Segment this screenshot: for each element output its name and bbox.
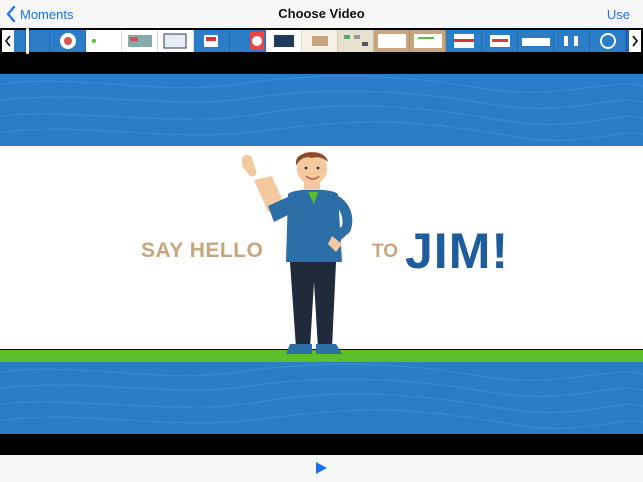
filmstrip-thumbnail [50, 30, 86, 52]
filmstrip-thumbnail [14, 30, 50, 52]
video-preview[interactable]: SAY HELLO TO JIM! [0, 54, 643, 455]
filmstrip-thumbnail [266, 30, 302, 52]
page-title: Choose Video [278, 6, 365, 21]
headline-to: TO [372, 241, 399, 262]
filmstrip-thumbnail [590, 30, 626, 52]
filmstrip-thumbnail [338, 30, 374, 52]
filmstrip-thumbnail [302, 30, 338, 52]
filmstrip-thumbnail [410, 30, 446, 52]
trim-left-handle[interactable] [2, 30, 14, 52]
filmstrip-thumbnail [158, 30, 194, 52]
trim-right-handle-icon [632, 35, 638, 47]
bottom-blue-band [0, 362, 643, 434]
trim-right-handle[interactable] [629, 30, 641, 52]
filmstrip-thumbnail [194, 30, 230, 52]
top-blue-band [0, 74, 643, 146]
filmstrip-thumbnail [446, 30, 482, 52]
playhead-marker[interactable] [26, 28, 29, 54]
filmstrip-thumbnail [86, 30, 122, 52]
filmstrip-thumbnail [374, 30, 410, 52]
trim-left-handle-icon [5, 35, 11, 47]
headline-name: JIM! [405, 223, 509, 279]
video-frame: SAY HELLO TO JIM! [0, 74, 643, 434]
character-illustration [242, 152, 353, 354]
use-button[interactable]: Use [607, 7, 630, 22]
filmstrip-thumbnail [518, 30, 554, 52]
filmstrip-thumbnail [230, 30, 266, 52]
filmstrip-thumbnails[interactable] [14, 30, 629, 52]
filmstrip-thumbnail [554, 30, 590, 52]
navigation-bar: Moments Choose Video Use [0, 0, 643, 28]
trim-filmstrip[interactable] [0, 28, 643, 54]
filmstrip-thumbnail [482, 30, 518, 52]
bottom-toolbar [0, 455, 643, 482]
filmstrip-thumbnail [122, 30, 158, 52]
play-icon[interactable] [314, 461, 328, 475]
